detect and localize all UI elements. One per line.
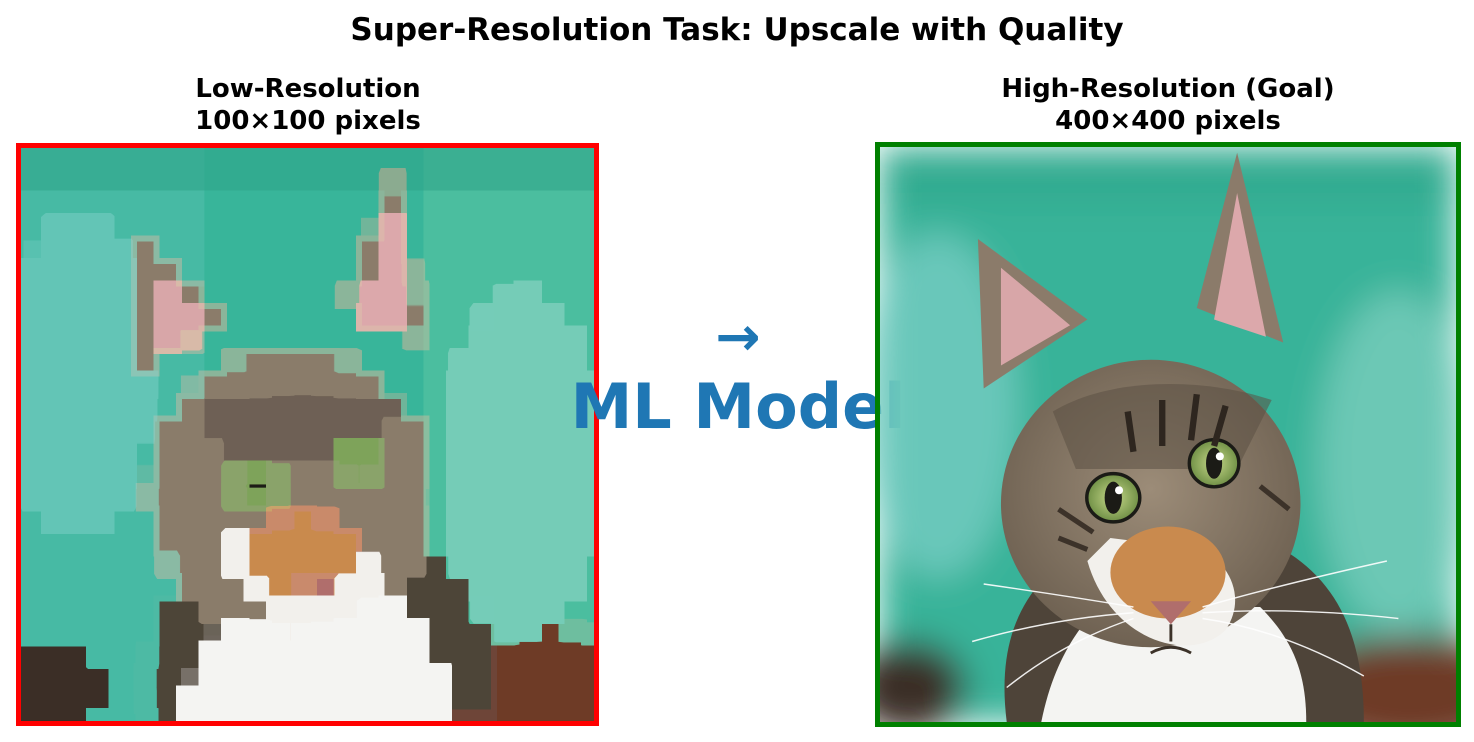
high-res-dimensions: 400×400 pixels (1055, 106, 1281, 136)
high-res-cat-image (880, 147, 1456, 722)
low-res-dimensions: 100×100 pixels (195, 106, 421, 136)
low-res-image-frame (16, 143, 599, 726)
figure-title: Super-Resolution Task: Upscale with Qual… (350, 12, 1124, 48)
high-res-title-line1: High-Resolution (Goal) (1001, 74, 1335, 104)
right-arrow-icon: → (715, 305, 761, 368)
low-res-title-line1: Low-Resolution (195, 74, 421, 104)
high-res-title: High-Resolution (Goal) 400×400 pixels (877, 73, 1459, 137)
high-res-image-frame (875, 142, 1461, 727)
low-res-cat-image (21, 148, 594, 721)
low-res-title: Low-Resolution 100×100 pixels (18, 73, 598, 137)
